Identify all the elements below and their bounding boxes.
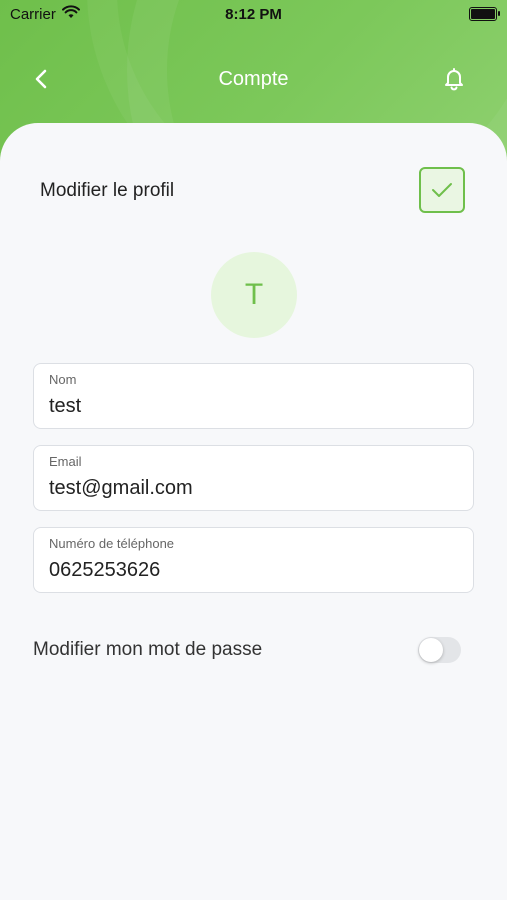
clock: 8:12 PM bbox=[225, 6, 282, 23]
avatar-initial: T bbox=[244, 278, 264, 311]
change-password-label: Modifier mon mot de passe bbox=[33, 639, 263, 660]
name-field-label: Nom bbox=[49, 372, 77, 387]
change-password-toggle[interactable] bbox=[418, 637, 461, 663]
edit-profile-label: Modifier le profil bbox=[40, 180, 175, 201]
name-input[interactable] bbox=[49, 395, 449, 418]
toggle-knob bbox=[419, 638, 443, 662]
status-bar: Carrier 8:12 PM bbox=[0, 0, 507, 28]
page-title: Compte bbox=[218, 68, 289, 90]
phone-input[interactable] bbox=[49, 559, 449, 582]
phone-field-label: Numéro de téléphone bbox=[49, 536, 175, 551]
check-icon bbox=[432, 183, 452, 197]
name-field[interactable]: Nom bbox=[33, 363, 474, 429]
email-input[interactable] bbox=[49, 477, 449, 500]
save-button[interactable] bbox=[419, 167, 465, 213]
email-field-label: Email bbox=[49, 454, 82, 469]
avatar[interactable]: T bbox=[211, 252, 297, 338]
email-field[interactable]: Email bbox=[33, 445, 474, 511]
bell-icon bbox=[445, 68, 463, 91]
notifications-button[interactable] bbox=[439, 64, 469, 94]
phone-field[interactable]: Numéro de téléphone bbox=[33, 527, 474, 593]
battery-icon bbox=[469, 7, 500, 21]
content-card bbox=[0, 123, 507, 900]
